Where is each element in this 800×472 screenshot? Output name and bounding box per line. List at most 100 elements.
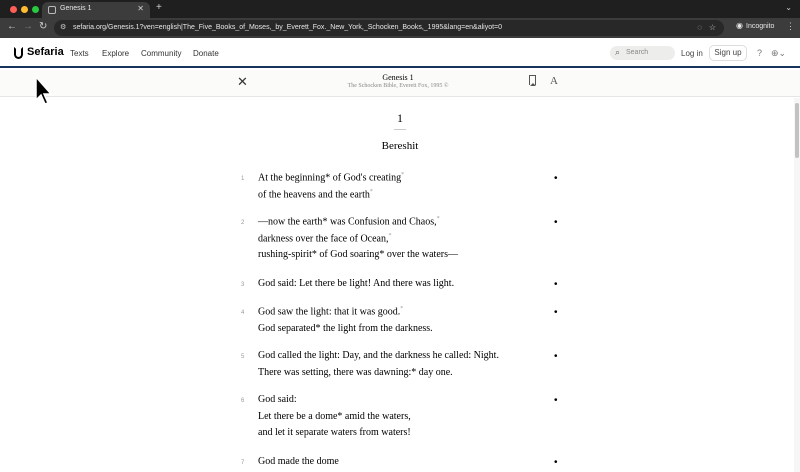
verse-line: rushing-spirit* of God soaring* over the… — [258, 249, 458, 260]
display-settings-button[interactable]: A — [550, 75, 558, 87]
verse-text: * over the waters— — [379, 249, 458, 260]
verse-text: * the light from the darkness. — [315, 322, 433, 334]
nav-texts[interactable]: Texts — [70, 49, 89, 58]
signup-button[interactable]: Sign up — [709, 45, 747, 61]
verse-line: and let it separate waters from waters! — [258, 427, 411, 438]
window-zoom-button[interactable] — [32, 6, 39, 13]
tab-search-chevron-icon[interactable]: ⌄ — [785, 3, 792, 12]
text-content: 1 Bereshit 1 At the beginning* of God's c… — [0, 98, 794, 472]
verse-line: God saw the light: that it was good.* — [258, 306, 403, 317]
tab-close-icon[interactable]: ✕ — [137, 4, 144, 13]
bookmark-star-icon[interactable]: ☆ — [709, 23, 716, 32]
address-bar[interactable]: ⚙ sefaria.org/Genesis.1?ven=english|The_… — [54, 20, 724, 36]
nav-community[interactable]: Community — [141, 49, 181, 58]
eye-off-icon[interactable]: ◌ — [697, 23, 702, 32]
verse-line: God said: Let there be light! And there … — [258, 278, 454, 289]
window-minimize-button[interactable] — [21, 6, 28, 13]
chapter-number: 1 — [397, 111, 403, 125]
verse-text: —now the earth — [258, 216, 323, 228]
reader-header: ✕ Genesis 1 The Schocken Bible, Everett … — [0, 70, 800, 97]
window-close-button[interactable] — [10, 6, 17, 13]
verse-text: * of God soaring — [311, 249, 380, 260]
site-info-icon[interactable]: ⚙ — [60, 23, 66, 31]
search-icon: ⌕ — [615, 47, 621, 57]
connections-dot-icon[interactable]: • — [554, 173, 558, 184]
incognito-label[interactable]: Incognito — [746, 23, 774, 30]
verse-text: and let it separate waters from waters! — [258, 427, 411, 438]
login-link[interactable]: Log in — [681, 49, 703, 58]
verse-text: of the heavens and the earth — [258, 188, 370, 200]
verse-number: 2 — [241, 220, 245, 226]
verse-text: God said: Let there be light! And there … — [258, 278, 455, 289]
browser-menu-icon[interactable]: ⋮ — [786, 21, 795, 32]
verse-text: At the beginning — [258, 172, 326, 184]
verse-line: —now the earth* was Confusion and Chaos,… — [258, 216, 440, 227]
verse-line: God separated* the light from the darkne… — [258, 323, 433, 334]
verse-number: 7 — [241, 460, 245, 466]
language-globe-icon[interactable]: ⊕⌄ — [771, 48, 786, 59]
verse-text: * was Confusion and Chaos, — [322, 216, 437, 228]
parasha-name: Bereshit — [381, 140, 419, 152]
verse-text: God said: — [258, 394, 297, 405]
verse-text: God made the dome — [258, 456, 339, 467]
verse-number: 5 — [241, 354, 245, 360]
verse-text: rushing-spirit — [258, 249, 312, 260]
verse-line: There was setting, there was dawning:* d… — [258, 367, 453, 378]
scrollbar-thumb[interactable] — [795, 103, 799, 158]
verse-number: 3 — [241, 282, 245, 288]
reload-icon[interactable]: ↻ — [39, 21, 47, 32]
search-placeholder: Search — [626, 49, 649, 56]
verse-line: darkness over the face of Ocean,* — [258, 233, 392, 244]
browser-toolbar: ← → ↻ ⚙ sefaria.org/Genesis.1?ven=englis… — [0, 18, 800, 38]
footnote-marker[interactable]: * — [401, 172, 404, 178]
incognito-icon[interactable]: ◉ — [736, 21, 743, 30]
verse-number: 1 — [241, 176, 245, 182]
nav-explore[interactable]: Explore — [102, 49, 129, 58]
bookmark-icon[interactable] — [529, 75, 536, 86]
connections-dot-icon[interactable]: • — [554, 279, 558, 290]
connections-dot-icon[interactable]: • — [554, 457, 558, 468]
verse-number: 6 — [241, 398, 245, 404]
browser-tabstrip: Genesis 1 ✕ + ⌄ — [0, 0, 800, 18]
connections-dot-icon[interactable]: • — [554, 351, 558, 362]
connections-dot-icon[interactable]: • — [554, 307, 558, 318]
url-text[interactable]: sefaria.org/Genesis.1?ven=english|The_Fi… — [73, 24, 502, 31]
verse-line: God made the dome — [258, 456, 339, 467]
verse-text: * day one. — [411, 366, 453, 378]
verse-text: God saw the light: that it was good. — [258, 306, 401, 318]
sefaria-favicon-icon — [48, 6, 56, 14]
connections-dot-icon[interactable]: • — [554, 395, 558, 406]
new-tab-button[interactable]: + — [156, 2, 162, 13]
tab-title: Genesis 1 — [60, 5, 92, 12]
verse-text: * of God's creating — [325, 172, 402, 184]
footnote-marker[interactable]: * — [389, 233, 392, 239]
reference-title[interactable]: Genesis 1 — [0, 73, 796, 82]
verse-text: God separated — [258, 322, 316, 334]
site-logo[interactable]: Sefaria — [27, 46, 64, 58]
verse-number: 4 — [241, 310, 245, 316]
verse-line: Let there be a dome* amid the waters, — [258, 411, 411, 422]
footnote-marker[interactable]: * — [370, 189, 373, 195]
footnote-marker[interactable]: * — [400, 306, 403, 312]
verse-text: God called the light: Day, and the darkn… — [258, 350, 499, 361]
version-title[interactable]: The Schocken Bible, Everett Fox, 1995 © — [0, 83, 796, 89]
verse-text: darkness over the face of Ocean, — [258, 232, 389, 244]
verse-text: * amid the waters, — [337, 410, 411, 422]
mouse-cursor-icon — [35, 76, 53, 105]
browser-tab[interactable]: Genesis 1 ✕ — [42, 2, 150, 18]
forward-arrow-icon[interactable]: → — [23, 21, 33, 32]
verse-line: God said: — [258, 394, 297, 405]
verse-text: There was setting, there was dawning: — [258, 366, 412, 378]
verse-line: God called the light: Day, and the darkn… — [258, 350, 499, 361]
verse-text: Let there be a dome — [258, 410, 338, 422]
verse-line: of the heavens and the earth* — [258, 189, 373, 200]
sefaria-logo-icon[interactable] — [14, 47, 23, 59]
chapter-divider — [394, 129, 406, 130]
nav-donate[interactable]: Donate — [193, 49, 219, 58]
back-arrow-icon[interactable]: ← — [7, 21, 17, 32]
help-icon[interactable]: ? — [757, 48, 762, 58]
footnote-marker[interactable]: * — [437, 216, 440, 222]
search-input[interactable]: ⌕ Search — [610, 46, 675, 60]
connections-dot-icon[interactable]: • — [554, 217, 558, 228]
site-header: Sefaria Texts Explore Community Donate ⌕… — [0, 38, 800, 68]
